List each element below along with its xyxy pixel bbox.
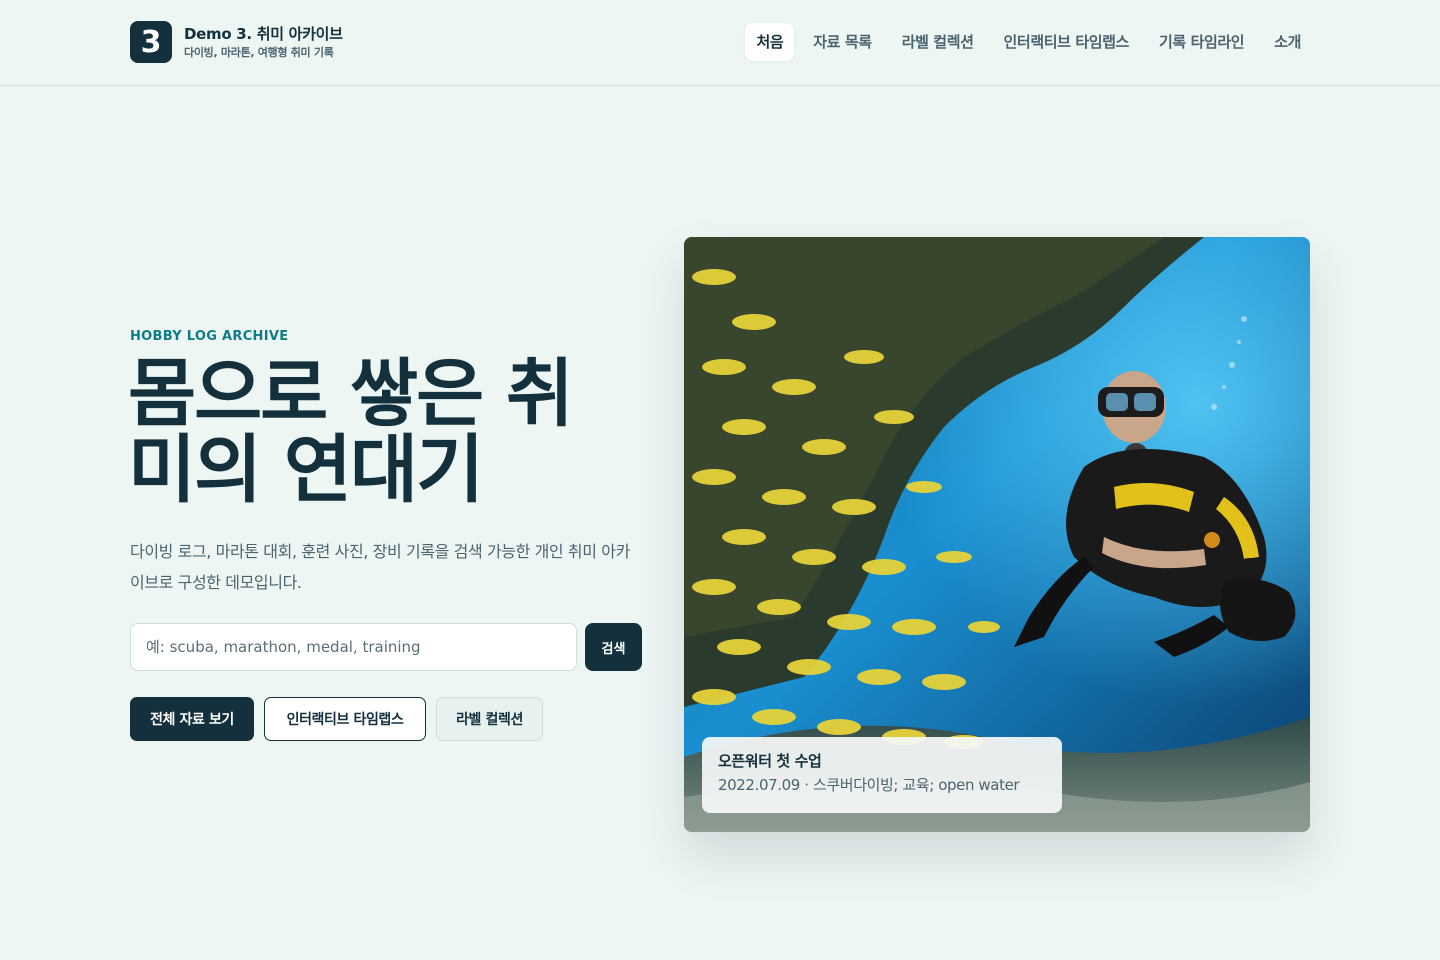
- brand-link[interactable]: 3 Demo 3. 취미 아카이브 다이빙, 마라톤, 여행형 취미 기록: [130, 21, 343, 63]
- search-button[interactable]: 검색: [585, 623, 642, 671]
- timelapse-button[interactable]: 인터랙티브 타임랩스: [264, 697, 426, 741]
- nav-item-about[interactable]: 소개: [1263, 23, 1312, 61]
- main-nav: 처음 자료 목록 라벨 컬렉션 인터랙티브 타임랩스 기록 타임라인 소개: [737, 23, 1312, 61]
- caption-meta: 2022.07.09 · 스쿠버다이빙; 교육; open water: [718, 776, 1020, 794]
- nav-item-timeline[interactable]: 기록 타임라인: [1148, 23, 1255, 61]
- search-input[interactable]: [130, 623, 577, 671]
- hero-eyebrow: HOBBY LOG ARCHIVE: [130, 329, 289, 344]
- hero-description: 다이빙 로그, 마라톤 대회, 훈련 사진, 장비 기록을 검색 가능한 개인 …: [130, 542, 630, 592]
- nav-item-timelapse[interactable]: 인터랙티브 타임랩스: [993, 23, 1140, 61]
- view-all-button[interactable]: 전체 자료 보기: [130, 697, 254, 741]
- site-title: Demo 3. 취미 아카이브: [184, 25, 343, 43]
- label-collection-button[interactable]: 라벨 컬렉션: [436, 697, 543, 741]
- logo-badge: 3: [130, 21, 172, 63]
- nav-item-home[interactable]: 처음: [745, 23, 795, 61]
- nav-item-labels[interactable]: 라벨 컬렉션: [891, 23, 985, 61]
- photo-caption: 오픈워터 첫 수업 2022.07.09 · 스쿠버다이빙; 교육; open …: [702, 737, 1062, 813]
- nav-item-list[interactable]: 자료 목록: [802, 23, 882, 61]
- caption-title: 오픈워터 첫 수업: [718, 752, 822, 770]
- site-subtitle: 다이빙, 마라톤, 여행형 취미 기록: [184, 46, 334, 59]
- hero-title: 몸으로 쌓은 취미의 연대기: [128, 351, 574, 513]
- site-header: 3 Demo 3. 취미 아카이브 다이빙, 마라톤, 여행형 취미 기록 처음…: [0, 0, 1440, 86]
- brand-text: Demo 3. 취미 아카이브 다이빙, 마라톤, 여행형 취미 기록: [184, 23, 343, 61]
